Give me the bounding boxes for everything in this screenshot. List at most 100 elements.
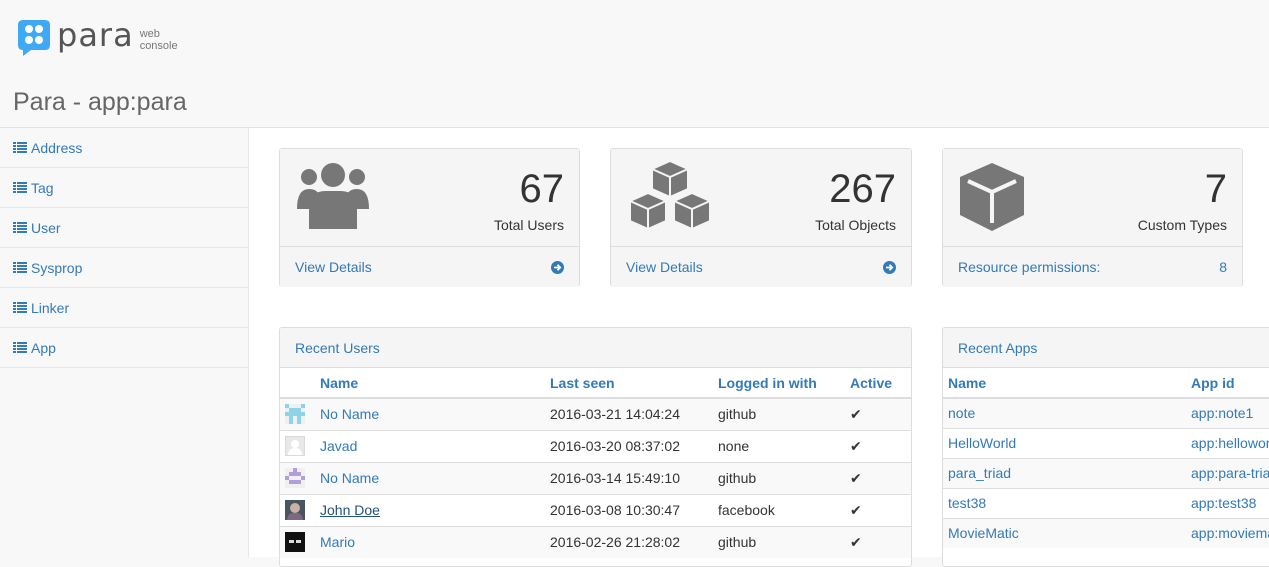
- provider-cell: none: [718, 429, 850, 462]
- provider-cell: github: [718, 397, 850, 430]
- app-id-link[interactable]: app:note1: [1191, 405, 1253, 421]
- stat-label: Total Users: [493, 217, 564, 233]
- header: para web console Para - app:para: [0, 0, 1269, 128]
- user-name-link[interactable]: No Name: [320, 470, 379, 486]
- view-details-label: View Details: [295, 259, 372, 275]
- view-details-link[interactable]: View Details: [611, 247, 911, 287]
- recent-users-panel: Recent Users Name Last seen Logged in wi…: [279, 327, 912, 567]
- last-seen-cell: 2016-03-08 10:30:47: [550, 493, 718, 526]
- resource-permissions-link[interactable]: Resource permissions: 8: [943, 247, 1242, 287]
- user-name-link[interactable]: Mario: [320, 534, 355, 550]
- column-header-active[interactable]: Active: [850, 368, 911, 399]
- sidebar-item-label: Linker: [31, 299, 70, 316]
- column-header-app-id[interactable]: App id: [1191, 368, 1269, 399]
- view-details-link[interactable]: View Details: [280, 247, 579, 287]
- logo-subtitle: web console: [140, 28, 178, 52]
- sidebar-item-sysprop[interactable]: Sysprop: [0, 248, 248, 288]
- recent-users-table: Name Last seen Logged in with Active No …: [280, 368, 911, 558]
- avatar-cell: [280, 525, 320, 558]
- user-name-link[interactable]: Javad: [320, 438, 357, 454]
- sidebar-item-tag[interactable]: Tag: [0, 168, 248, 208]
- avatar: [285, 436, 305, 456]
- circle-arrow-right-icon: [551, 260, 564, 274]
- app-name-link[interactable]: para_triad: [948, 465, 1011, 481]
- recent-apps-panel: Recent Apps Name App id note app:note1 H…: [942, 327, 1269, 567]
- active-check-icon: ✔: [850, 397, 911, 430]
- logo-sub-console: console: [139, 40, 178, 52]
- cubes-icon: [629, 159, 711, 231]
- stat-panel-body: 67 Total Users: [280, 149, 579, 247]
- table-row: note app:note1: [943, 397, 1269, 428]
- sidebar-item-app[interactable]: App: [0, 328, 248, 368]
- sidebar: Address Tag User Sysprop Linker App: [0, 128, 249, 557]
- stat-label: Custom Types: [1137, 217, 1227, 233]
- stat-panel-objects: 267 Total Objects View Details: [610, 148, 912, 287]
- logo-sub-web: web: [139, 28, 160, 40]
- users-icon: [297, 163, 369, 229]
- cube-icon: [960, 163, 1024, 231]
- column-header-last-seen[interactable]: Last seen: [550, 368, 718, 399]
- logo-word: para: [57, 16, 134, 54]
- app-id-link[interactable]: app:para-triad: [1191, 465, 1269, 481]
- recent-apps-title: Recent Apps: [943, 328, 1269, 368]
- recent-apps-table: Name App id note app:note1 HelloWorld ap…: [943, 368, 1269, 548]
- avatar-column-header: [280, 368, 320, 399]
- stat-label: Total Objects: [815, 217, 896, 233]
- column-header-logged-in-with[interactable]: Logged in with: [718, 368, 850, 399]
- sidebar-item-linker[interactable]: Linker: [0, 288, 248, 328]
- table-row: John Doe 2016-03-08 10:30:47 facebook ✔: [280, 493, 911, 526]
- recent-users-title: Recent Users: [280, 328, 911, 368]
- user-name-link[interactable]: John Doe: [320, 502, 380, 518]
- main-content: 67 Total Users View Details 267 Total Ob…: [249, 128, 1269, 567]
- sidebar-item-address[interactable]: Address: [0, 128, 248, 168]
- active-check-icon: ✔: [850, 525, 911, 558]
- sidebar-item-label: Sysprop: [31, 259, 83, 276]
- table-header-row: Name Last seen Logged in with Active: [280, 368, 911, 399]
- table-row: No Name 2016-03-21 14:04:24 github ✔: [280, 397, 911, 430]
- view-details-label: View Details: [626, 259, 703, 275]
- active-check-icon: ✔: [850, 461, 911, 494]
- stat-value: 67: [519, 167, 565, 211]
- table-row: test38 app:test38: [943, 487, 1269, 518]
- table-row: No Name 2016-03-14 15:49:10 github ✔: [280, 461, 911, 494]
- list-icon: [13, 222, 27, 233]
- stat-panel-types: 7 Custom Types Resource permissions: 8: [942, 148, 1243, 287]
- stat-panel-body: 7 Custom Types: [943, 149, 1242, 247]
- app-name-link[interactable]: HelloWorld: [948, 435, 1016, 451]
- table-row: Javad 2016-03-20 08:37:02 none ✔: [280, 429, 911, 462]
- column-header-name[interactable]: Name: [320, 368, 550, 399]
- stat-value: 267: [829, 167, 896, 211]
- avatar: [285, 404, 305, 425]
- sidebar-item-label: User: [31, 219, 61, 236]
- avatar: [285, 468, 305, 488]
- app-name-link[interactable]: test38: [948, 495, 986, 511]
- provider-cell: github: [718, 461, 850, 494]
- list-icon: [13, 302, 27, 313]
- app-id-link[interactable]: app:helloworld: [1191, 435, 1269, 451]
- provider-cell: github: [718, 525, 850, 558]
- column-header-name[interactable]: Name: [943, 368, 1191, 399]
- list-icon: [13, 142, 27, 153]
- avatar-cell: [280, 461, 320, 494]
- para-logo[interactable]: para web console: [17, 18, 178, 56]
- avatar-cell: [280, 493, 320, 526]
- para-logo-icon: [18, 20, 50, 56]
- table-row: para_triad app:para-triad: [943, 457, 1269, 488]
- app-id-link[interactable]: app:test38: [1191, 495, 1256, 511]
- page-title: Para - app:para: [13, 88, 187, 116]
- app-id-link[interactable]: app:moviematic: [1191, 525, 1269, 541]
- last-seen-cell: 2016-03-14 15:49:10: [550, 461, 718, 494]
- sidebar-item-label: App: [31, 339, 56, 356]
- user-name-link[interactable]: No Name: [320, 406, 379, 422]
- sidebar-item-user[interactable]: User: [0, 208, 248, 248]
- list-icon: [13, 262, 27, 273]
- stat-value: 7: [1204, 167, 1227, 211]
- app-name-link[interactable]: MovieMatic: [948, 525, 1019, 541]
- app-name-link[interactable]: note: [948, 405, 975, 421]
- avatar-cell: [280, 429, 320, 462]
- active-check-icon: ✔: [850, 493, 911, 526]
- table-row: Mario 2016-02-26 21:28:02 github ✔: [280, 525, 911, 558]
- stat-panel-users: 67 Total Users View Details: [279, 148, 580, 287]
- table-header-row: Name App id: [943, 368, 1269, 399]
- table-row: HelloWorld app:helloworld: [943, 427, 1269, 458]
